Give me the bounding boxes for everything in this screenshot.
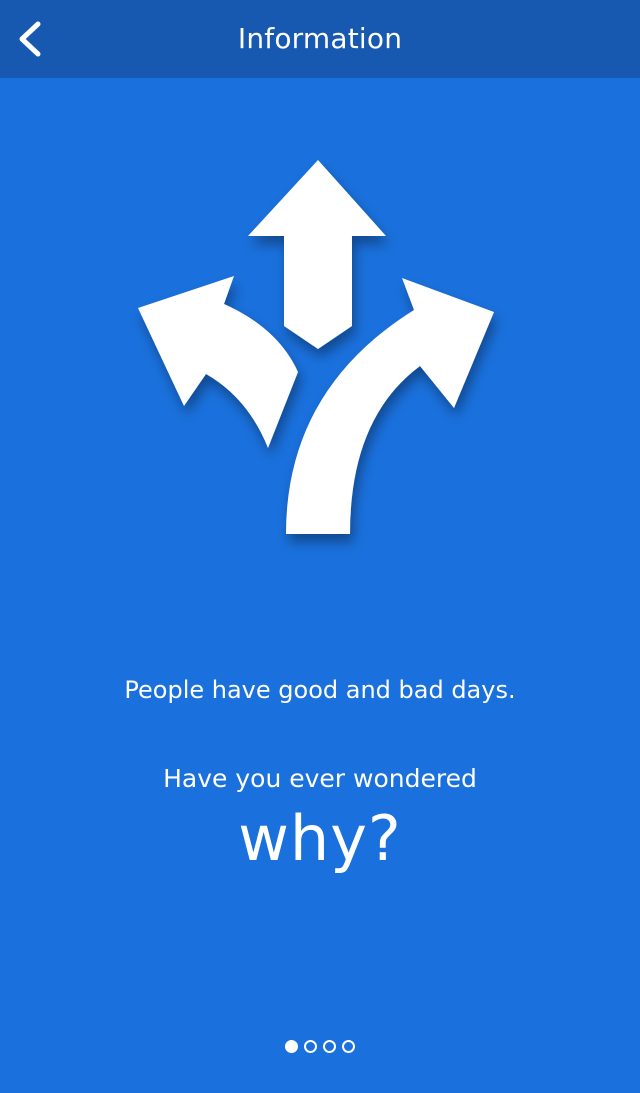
info-screen: Information People have good and bad day… (0, 0, 640, 1093)
question-text: Have you ever wondered (163, 764, 477, 793)
chevron-left-icon (19, 21, 41, 57)
page-dot-2[interactable] (304, 1040, 317, 1053)
up-arrow-shape (248, 160, 386, 349)
page-dot-3[interactable] (323, 1040, 336, 1053)
header-bar: Information (0, 0, 640, 78)
page-dot-1[interactable] (285, 1040, 298, 1053)
left-arrow-shape (138, 276, 298, 448)
three-way-arrows-icon (138, 160, 494, 534)
intro-text: People have good and bad days. (124, 676, 516, 704)
page-title: Information (237, 22, 403, 55)
emphasis-text: why? (238, 802, 402, 875)
back-button[interactable] (8, 14, 54, 64)
page-indicator (0, 1040, 640, 1060)
page-dot-4[interactable] (342, 1040, 355, 1053)
